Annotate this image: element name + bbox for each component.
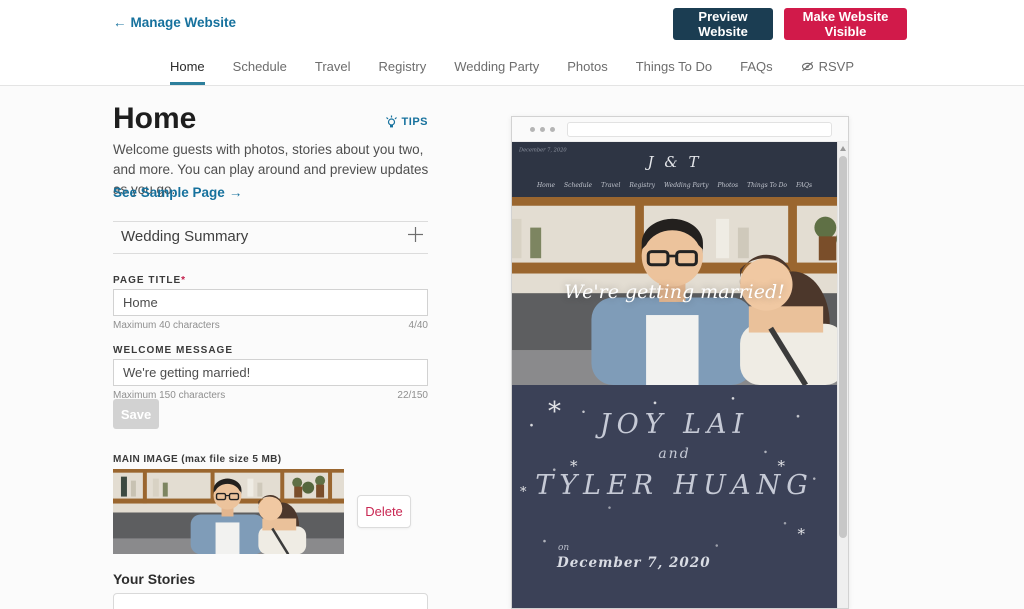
divider (113, 221, 428, 222)
page-title-label-text: PAGE TITLE (113, 275, 182, 286)
tab-registry-label: Registry (378, 59, 427, 74)
tab-faqs[interactable]: FAQs (740, 48, 773, 85)
page-title-helper: Maximum 40 characters (113, 320, 220, 331)
welcome-message-char-count: 22/150 (397, 390, 428, 401)
preview-nav-schedule[interactable]: Schedule (564, 182, 592, 189)
browser-chrome-bar (512, 117, 848, 142)
star-icon: * (570, 457, 578, 475)
tips-button[interactable]: TIPS (385, 115, 428, 129)
manage-website-label: Manage Website (130, 15, 237, 30)
tab-rsvp[interactable]: RSVP (801, 48, 854, 85)
page-title-char-count: 4/40 (408, 320, 428, 331)
top-bar: ← Manage Website Preview Website Make We… (0, 0, 1024, 48)
tab-schedule[interactable]: Schedule (233, 48, 287, 85)
tab-travel-label: Travel (314, 59, 351, 74)
preview-site-nav: Home Schedule Travel Registry Wedding Pa… (512, 182, 837, 189)
page-title: Home (113, 102, 197, 135)
preview-name-joiner: and (658, 446, 691, 462)
website-preview-panel: December 7, 2020 J & T Home Schedule Tra… (511, 116, 849, 609)
tab-wedding-party[interactable]: Wedding Party (454, 48, 539, 85)
tab-home-label: Home (169, 59, 205, 74)
tab-photos[interactable]: Photos (567, 48, 607, 85)
main-image-thumbnail (113, 469, 344, 554)
page-body: Home TIPS Welcome guests with photos, st… (0, 86, 1024, 609)
page-tabs: Home Schedule Travel Registry Wedding Pa… (0, 48, 1024, 86)
preview-header-date: December 7, 2020 (519, 147, 567, 153)
browser-dot-icon (540, 127, 545, 132)
preview-site: December 7, 2020 J & T Home Schedule Tra… (512, 142, 837, 608)
preview-nav-home[interactable]: Home (537, 182, 555, 189)
make-website-visible-button[interactable]: Make Website Visible (784, 8, 907, 40)
preview-nav-wedding-party[interactable]: Wedding Party (664, 182, 708, 189)
star-icon: * (548, 397, 561, 427)
page-title-input[interactable] (113, 289, 428, 316)
tab-schedule-label: Schedule (232, 59, 287, 74)
preview-nav-travel[interactable]: Travel (601, 182, 620, 189)
preview-site-header: December 7, 2020 J & T Home Schedule Tra… (512, 142, 837, 197)
main-image-label: MAIN IMAGE (max file size 5 MB) (113, 454, 282, 465)
see-sample-page-link[interactable]: See Sample Page → (113, 185, 242, 200)
scroll-up-arrow-icon[interactable] (840, 146, 846, 151)
star-icon: * (520, 485, 527, 500)
tab-rsvp-label: RSVP (818, 59, 855, 74)
tab-things-to-do[interactable]: Things To Do (636, 48, 712, 85)
tab-photos-label: Photos (567, 59, 608, 74)
preview-hero-photo: We're getting married! (512, 197, 837, 385)
preview-wedding-date: December 7, 2020 (557, 555, 711, 571)
tips-label: TIPS (401, 116, 428, 128)
preview-date-prefix: on (558, 543, 570, 553)
tab-travel[interactable]: Travel (315, 48, 351, 85)
sample-link-label: See Sample Page (113, 185, 225, 200)
preview-scrollbar-thumb[interactable] (839, 156, 847, 538)
forward-arrow-icon: → (228, 185, 243, 200)
tab-things-to-do-label: Things To Do (635, 59, 713, 74)
divider (113, 253, 428, 254)
preview-nav-faqs[interactable]: FAQs (796, 182, 812, 189)
preview-welcome-message: We're getting married! (564, 281, 785, 303)
star-icon: * (777, 457, 786, 475)
browser-url-bar (567, 122, 832, 137)
manage-website-link[interactable]: ← Manage Website (113, 15, 236, 30)
welcome-message-input[interactable] (113, 359, 428, 386)
plus-icon (408, 227, 423, 242)
page-title-field-label: PAGE TITLE* (113, 275, 186, 286)
expand-wedding-summary-button[interactable] (407, 226, 424, 243)
browser-dot-icon (550, 127, 555, 132)
preview-nav-photos[interactable]: Photos (717, 182, 738, 189)
preview-nav-things-to-do[interactable]: Things To Do (747, 182, 787, 189)
tab-registry[interactable]: Registry (379, 48, 427, 85)
required-asterisk: * (181, 275, 187, 286)
preview-nav-registry[interactable]: Registry (629, 182, 655, 189)
star-icon: * (797, 525, 806, 543)
browser-dot-icon (530, 127, 535, 132)
preview-scrollbar[interactable] (837, 142, 848, 608)
preview-name-2: TYLER HUANG (535, 470, 814, 501)
your-stories-title: Your Stories (113, 571, 196, 587)
welcome-message-field-label: WELCOME MESSAGE (113, 345, 234, 356)
welcome-message-helper-row: Maximum 150 characters 22/150 (113, 390, 428, 401)
preview-names-section: * * * * * JOY LAI and TYLER HUANG on Dec… (512, 385, 837, 608)
wedding-summary-title: Wedding Summary (121, 228, 249, 245)
lightbulb-icon (385, 115, 397, 128)
delete-image-button[interactable]: Delete (357, 495, 411, 528)
back-arrow-icon: ← (113, 15, 127, 30)
stories-card (113, 593, 428, 609)
save-button[interactable]: Save (113, 399, 159, 429)
preview-website-button[interactable]: Preview Website (673, 8, 773, 40)
tab-faqs-label: FAQs (740, 59, 773, 74)
page-title-helper-row: Maximum 40 characters 4/40 (113, 320, 428, 331)
couple-photo (113, 469, 344, 554)
eye-off-icon (801, 61, 813, 72)
tab-wedding-party-label: Wedding Party (454, 59, 540, 74)
editor-column: Home TIPS Welcome guests with photos, st… (113, 86, 428, 609)
tab-home[interactable]: Home (169, 48, 205, 85)
